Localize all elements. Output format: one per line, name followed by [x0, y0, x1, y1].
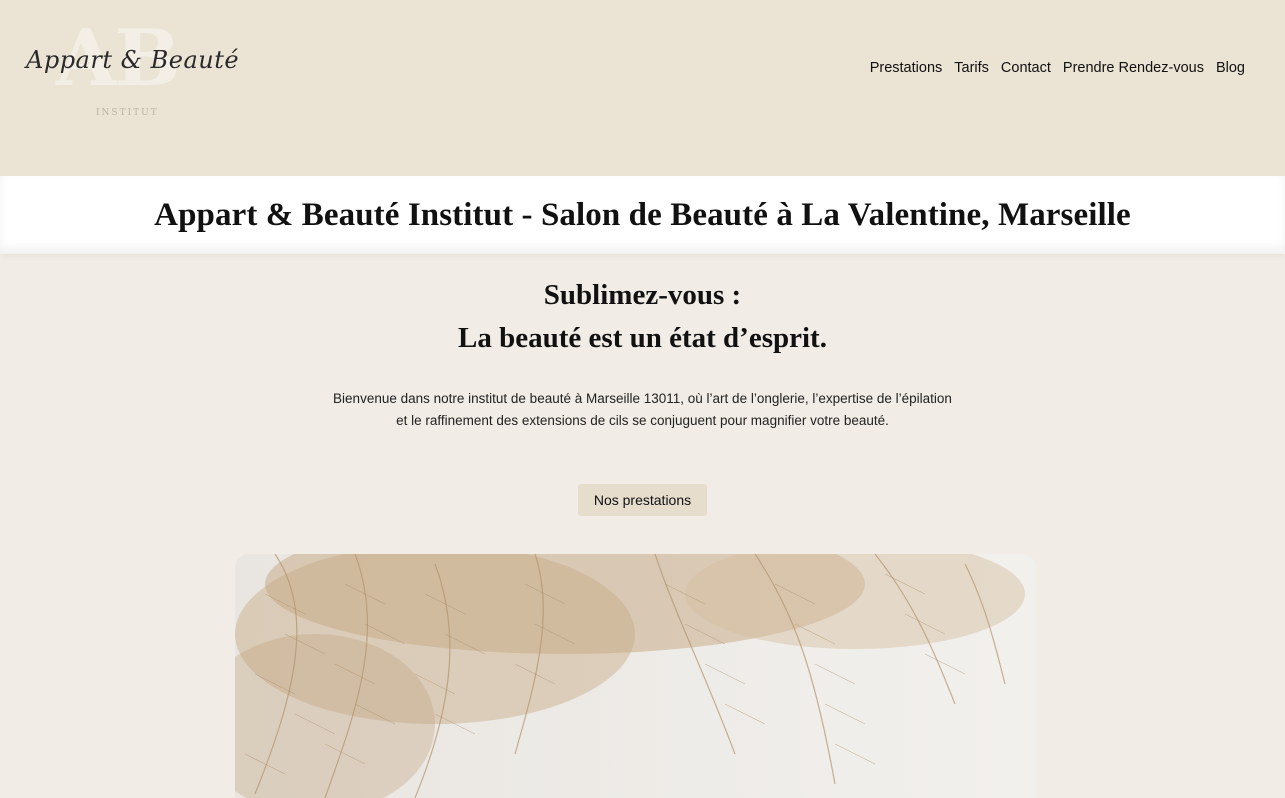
nos-prestations-button[interactable]: Nos prestations	[577, 484, 708, 516]
nav-item-prestations[interactable]: Prestations	[870, 60, 943, 76]
site-header: AB Appart & Beauté INSTITUT Prestations …	[0, 0, 1285, 176]
nav-item-tarifs[interactable]: Tarifs	[954, 60, 989, 76]
hero-heading-line2: La beauté est un état d’esprit.	[458, 322, 827, 354]
hero-heading: Sublimez-vous : La beauté est un état d’…	[0, 274, 1285, 360]
main-nav: Prestations Tarifs Contact Prendre Rende…	[870, 60, 1245, 76]
nav-item-contact[interactable]: Contact	[1001, 60, 1051, 76]
hero-intro-line1: Bienvenue dans notre institut de beauté …	[333, 391, 952, 406]
page-title: Appart & Beauté Institut - Salon de Beau…	[154, 196, 1131, 233]
hero-intro-line2: et le raffinement des extensions de cils…	[396, 413, 889, 428]
title-band: Appart & Beauté Institut - Salon de Beau…	[0, 176, 1285, 254]
site-logo[interactable]: AB Appart & Beauté INSTITUT	[26, 20, 239, 122]
nav-item-blog[interactable]: Blog	[1216, 60, 1245, 76]
hero-section: Sublimez-vous : La beauté est un état d’…	[0, 254, 1285, 516]
hero-image-pampas-grass	[235, 554, 1036, 798]
nav-item-rendez-vous[interactable]: Prendre Rendez-vous	[1063, 60, 1204, 76]
logo-script-text: Appart & Beauté	[26, 46, 240, 74]
hero-intro: Bienvenue dans notre institut de beauté …	[0, 388, 1285, 432]
pampas-grass-illustration	[235, 554, 1036, 798]
logo-subtitle: INSTITUT	[96, 108, 159, 118]
hero-heading-line1: Sublimez-vous :	[543, 279, 742, 311]
